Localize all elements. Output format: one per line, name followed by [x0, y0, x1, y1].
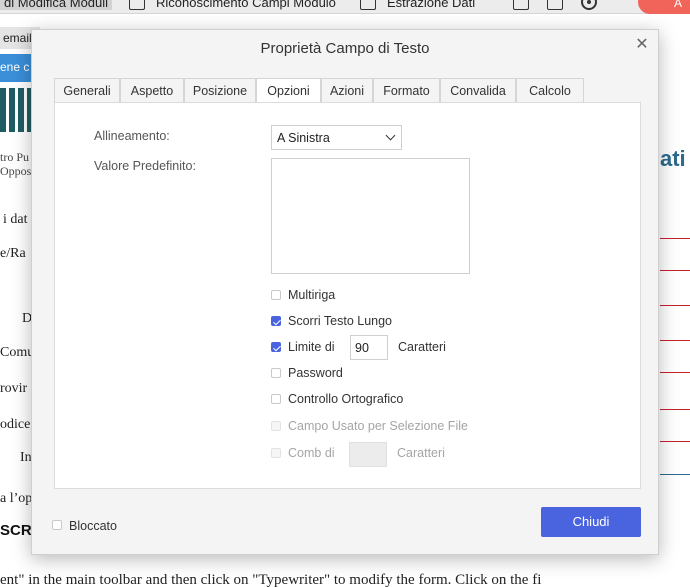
- char-limit-suffix: Caratteri: [398, 340, 446, 354]
- tab-generali[interactable]: Generali: [54, 78, 120, 102]
- tab-formato[interactable]: Formato: [373, 78, 440, 102]
- scroll-long-text-label: Scorri Testo Lungo: [288, 314, 392, 328]
- char-limit-label: Limite di: [288, 340, 335, 354]
- default-value-textarea[interactable]: [271, 158, 470, 274]
- locked-checkbox[interactable]: [52, 520, 62, 530]
- form-line: [660, 340, 690, 341]
- doc-field-label: rovir: [0, 381, 28, 396]
- locked-label: Bloccato: [69, 519, 117, 533]
- doc-field-label: In: [20, 450, 32, 465]
- form-line: [660, 441, 690, 442]
- doc-paragraph: a l’op: [0, 491, 33, 506]
- file-select-checkbox: [271, 421, 281, 431]
- char-limit-input[interactable]: 90: [350, 335, 388, 360]
- file-select-label: Campo Usato per Selezione File: [288, 419, 468, 433]
- alignment-select[interactable]: A Sinistra: [271, 125, 402, 150]
- comb-input: [349, 442, 387, 467]
- toolbar-field-recognition[interactable]: Riconoscimento Campi Modulo: [156, 0, 336, 10]
- tab-aspetto[interactable]: Aspetto: [120, 78, 184, 102]
- scroll-long-text-checkbox[interactable]: [271, 316, 281, 326]
- toolbar-form-edit[interactable]: di Modifica Moduli: [0, 0, 113, 10]
- form-line: [660, 238, 690, 239]
- alignment-value: A Sinistra: [277, 131, 330, 145]
- form-recognition-icon: [129, 0, 145, 10]
- tab-opzioni[interactable]: Opzioni: [256, 78, 321, 103]
- tab-calcolo[interactable]: Calcolo: [516, 78, 584, 102]
- default-value-label: Valore Predefinito:: [94, 159, 196, 173]
- options-panel: Allineamento: A Sinistra Valore Predefin…: [54, 102, 641, 489]
- doc-field-label: e/Ra: [0, 246, 26, 261]
- doc-instructions: ent" in the main toolbar and then click …: [0, 572, 542, 587]
- radio-tool-icon[interactable]: [581, 0, 597, 10]
- doc-heading: ati: [660, 146, 686, 171]
- multiline-checkbox[interactable]: [271, 290, 281, 300]
- comb-suffix: Caratteri: [397, 446, 445, 460]
- text-field-properties-dialog: Proprietà Campo di Testo ✕ Generali Aspe…: [31, 29, 659, 555]
- comb-checkbox: [271, 448, 281, 458]
- form-line: [660, 305, 690, 306]
- field-tool-icon[interactable]: [513, 0, 529, 10]
- password-checkbox[interactable]: [271, 368, 281, 378]
- doc-field-label: i dat: [3, 212, 28, 227]
- tab-posizione[interactable]: Posizione: [184, 78, 256, 102]
- form-line: [660, 372, 690, 373]
- alignment-label: Allineamento:: [94, 129, 170, 143]
- chevron-down-icon: [385, 130, 396, 141]
- doc-field-label: odice: [0, 417, 31, 432]
- data-extraction-icon: [360, 0, 376, 10]
- checkbox-tool-icon[interactable]: [547, 0, 563, 10]
- tab-convalida[interactable]: Convalida: [440, 78, 516, 102]
- spell-check-label: Controllo Ortografico: [288, 392, 404, 406]
- main-toolbar: di Modifica Moduli Riconoscimento Campi …: [0, 0, 690, 14]
- close-icon[interactable]: ✕: [632, 36, 652, 56]
- multiline-label: Multiriga: [288, 288, 336, 302]
- form-line: [660, 474, 690, 475]
- comb-label: Comb di: [288, 446, 335, 460]
- form-line: [660, 270, 690, 271]
- form-line: [660, 409, 690, 410]
- tab-azioni[interactable]: Azioni: [321, 78, 373, 102]
- logo-caption-line: tro Pu: [0, 150, 30, 164]
- doc-field-label: Comu: [0, 345, 35, 360]
- close-button[interactable]: Chiudi: [541, 507, 641, 537]
- toolbar-action-button[interactable]: A: [638, 0, 690, 14]
- toolbar-data-extraction[interactable]: Estrazione Dati: [387, 0, 475, 10]
- logo-caption: tro Pu Oppos: [0, 150, 31, 178]
- spell-check-checkbox[interactable]: [271, 394, 281, 404]
- password-label: Password: [288, 366, 343, 380]
- logo-caption-line: Oppos: [0, 164, 32, 178]
- char-limit-checkbox[interactable]: [271, 342, 281, 352]
- dialog-title: Proprietà Campo di Testo: [260, 40, 430, 57]
